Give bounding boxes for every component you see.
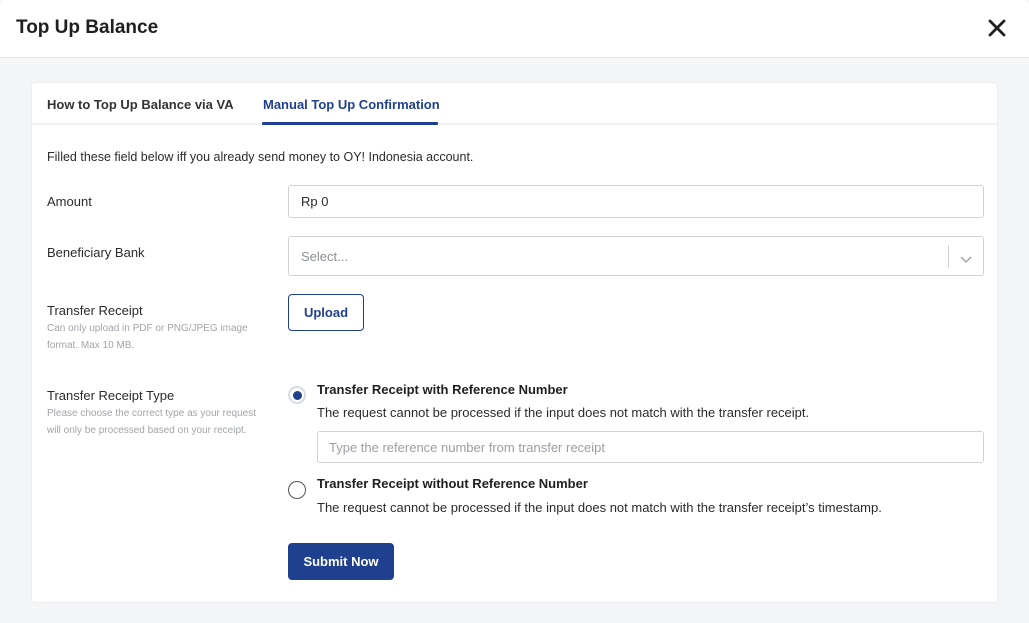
tab-manual-confirmation[interactable]: Manual Top Up Confirmation [263,97,440,112]
option-without-reference-desc: The request cannot be processed if the i… [317,500,882,515]
form-intro: Filled these field below iff you already… [47,150,474,164]
option-with-reference-title: Transfer Receipt with Reference Number [317,382,568,397]
radio-with-reference[interactable] [288,386,306,404]
transfer-receipt-label: Transfer Receipt [47,303,143,318]
select-separator [948,245,949,268]
chevron-down-icon[interactable] [960,252,972,267]
transfer-receipt-hint: Can only upload in PDF or PNG/JPEG image… [47,323,248,351]
upload-button[interactable]: Upload [288,294,364,331]
amount-label: Amount [47,194,92,209]
beneficiary-bank-select[interactable]: Select... [288,236,984,276]
tab-bar: How to Top Up Balance via VA Manual Top … [32,83,997,125]
option-with-reference-desc: The request cannot be processed if the i… [317,405,810,420]
active-tab-indicator [262,122,438,125]
receipt-type-label: Transfer Receipt Type [47,388,175,403]
close-icon[interactable] [987,18,1007,38]
reference-number-input[interactable]: Type the reference number from transfer … [317,431,984,463]
tab-how-to-top-up[interactable]: How to Top Up Balance via VA [47,97,234,112]
amount-value: Rp 0 [301,194,329,209]
radio-without-reference[interactable] [288,481,306,499]
modal-title: Top Up Balance [16,17,159,38]
form-card: How to Top Up Balance via VA Manual Top … [31,82,998,603]
top-up-modal: Top Up Balance How to Top Up Balance via… [0,0,1029,623]
modal-header: Top Up Balance [0,0,1029,58]
bank-select-placeholder: Select... [301,248,348,264]
option-without-reference-title: Transfer Receipt without Reference Numbe… [317,476,588,491]
reference-number-placeholder: Type the reference number from transfer … [329,439,606,455]
beneficiary-bank-label: Beneficiary Bank [47,245,145,260]
receipt-type-hint: Please choose the correct type as your r… [47,408,257,436]
submit-button[interactable]: Submit Now [288,543,394,580]
amount-input[interactable]: Rp 0 [288,185,984,218]
